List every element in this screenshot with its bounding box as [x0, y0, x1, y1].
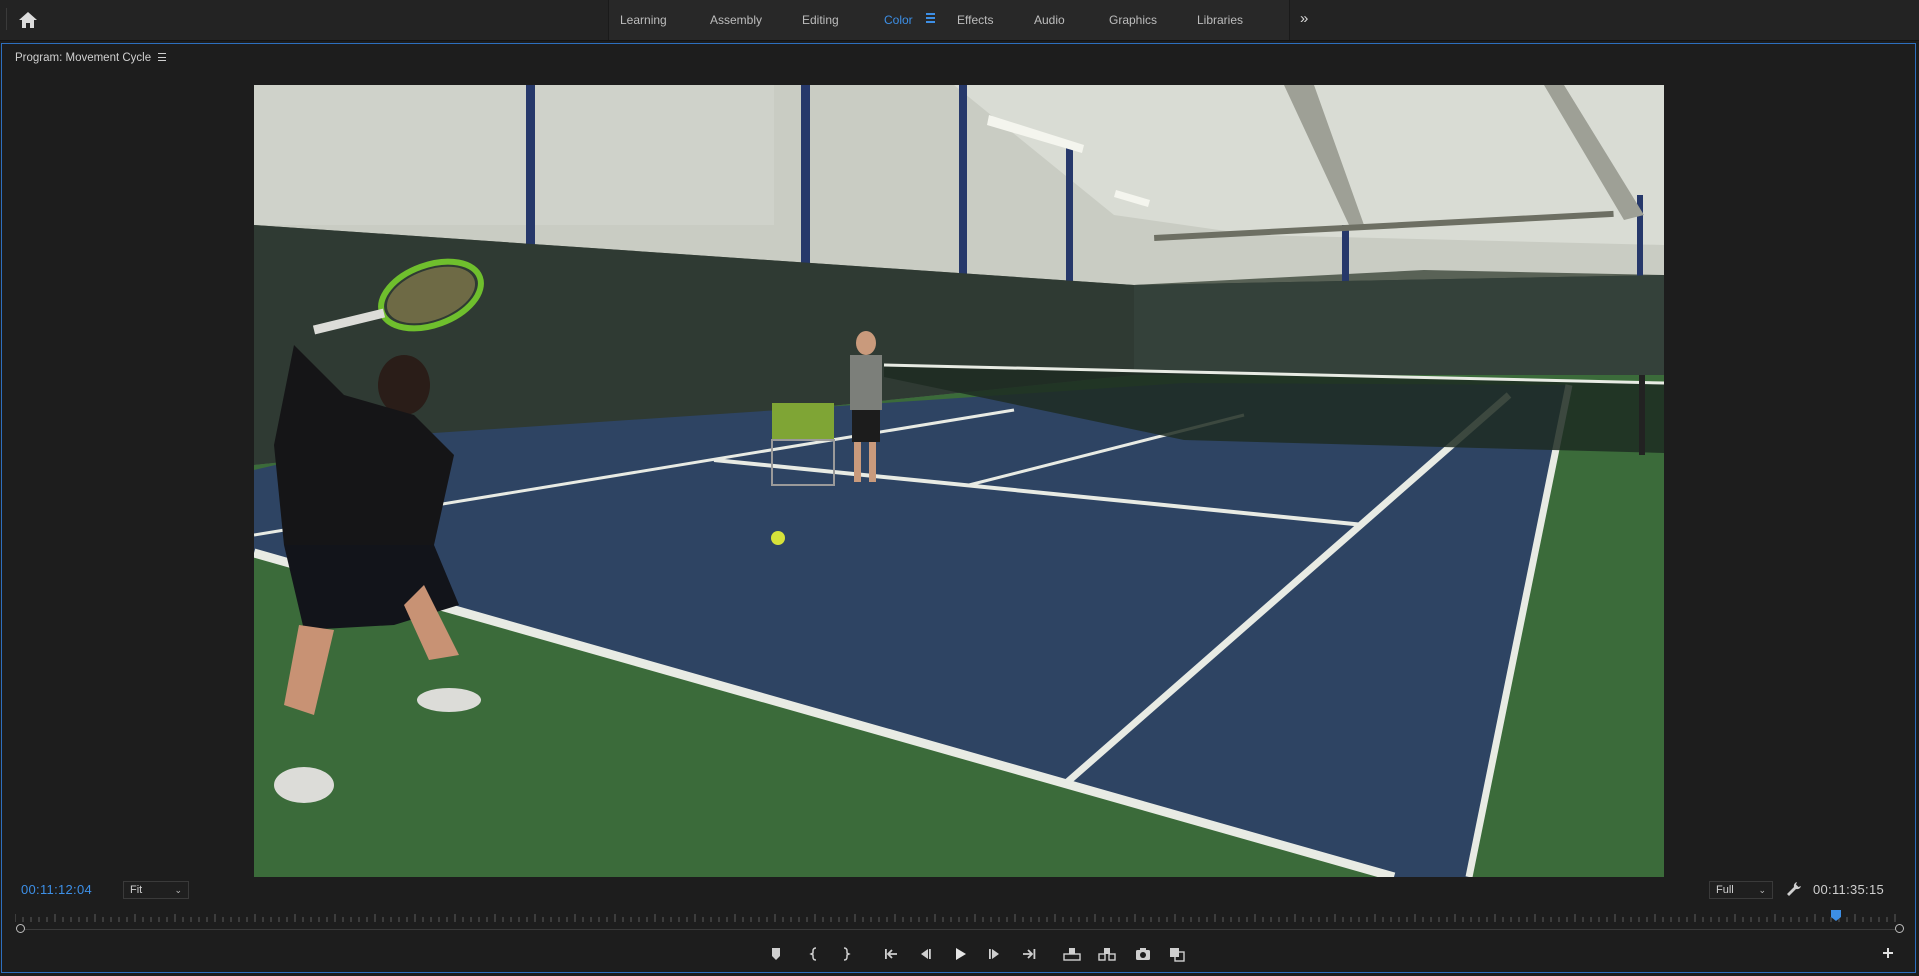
go-to-in-icon: [885, 949, 897, 959]
workspace-tabs: Learning Assembly Editing Color Effects …: [608, 0, 1290, 40]
resolution-select-value: Full: [1716, 884, 1734, 896]
comparison-view-button[interactable]: [1167, 945, 1187, 963]
wrench-icon: [1787, 882, 1801, 896]
hamburger-menu-icon[interactable]: [158, 53, 168, 63]
lift-icon: [1063, 948, 1081, 961]
tab-audio[interactable]: Audio: [1034, 13, 1065, 27]
chevron-down-icon: ⌄: [174, 885, 182, 895]
zoom-select[interactable]: Fit ⌄: [123, 881, 189, 899]
comparison-view-icon: [1170, 948, 1185, 962]
step-back-button[interactable]: [915, 945, 935, 963]
zoom-scroll-bar[interactable]: [22, 929, 1896, 930]
mark-in-button[interactable]: [804, 945, 824, 963]
tab-assembly[interactable]: Assembly: [710, 13, 762, 27]
duration-timecode: 00:11:35:15: [1813, 882, 1885, 897]
add-marker-icon: [772, 948, 780, 960]
video-preview[interactable]: [254, 85, 1664, 877]
add-button[interactable]: [1880, 945, 1896, 961]
extract-button[interactable]: [1097, 945, 1117, 963]
plus-icon: [1883, 948, 1893, 958]
step-forward-icon: [989, 949, 999, 959]
play-button[interactable]: [950, 945, 970, 963]
tab-graphics[interactable]: Graphics: [1109, 13, 1157, 27]
zoom-scroll-start-handle[interactable]: [16, 924, 25, 933]
playhead-marker-icon: [1831, 910, 1841, 921]
mark-in-icon: [809, 947, 817, 961]
export-frame-icon: [1136, 948, 1150, 960]
workspace-bar: Learning Assembly Editing Color Effects …: [0, 0, 1919, 41]
go-to-in-button[interactable]: [881, 945, 901, 963]
workspace-menu-icon[interactable]: [925, 12, 937, 24]
tab-learning[interactable]: Learning: [620, 13, 667, 27]
step-forward-button[interactable]: [985, 945, 1005, 963]
home-button[interactable]: [17, 10, 39, 30]
export-frame-button[interactable]: [1133, 945, 1153, 963]
add-marker-button[interactable]: [766, 945, 786, 963]
tennis-court-frame: [254, 85, 1664, 877]
zoom-select-value: Fit: [130, 884, 143, 896]
mark-out-button[interactable]: [836, 945, 856, 963]
zoom-scroll-end-handle[interactable]: [1895, 924, 1904, 933]
play-icon: [956, 948, 966, 960]
current-timecode[interactable]: 00:11:12:04: [21, 882, 92, 897]
mark-out-icon: [843, 947, 851, 961]
home-icon: [19, 12, 37, 28]
workspace-overflow-button[interactable]: »: [1300, 10, 1308, 27]
step-back-icon: [921, 949, 931, 959]
tab-color[interactable]: Color: [884, 13, 913, 27]
extract-icon: [1098, 948, 1116, 961]
tab-libraries[interactable]: Libraries: [1197, 13, 1243, 27]
lift-button[interactable]: [1062, 945, 1082, 963]
resolution-select[interactable]: Full ⌄: [1709, 881, 1773, 899]
tab-editing[interactable]: Editing: [802, 13, 839, 27]
chevron-down-icon: ⌄: [1758, 885, 1766, 895]
go-to-out-button[interactable]: [1019, 945, 1039, 963]
panel-title: Program: Movement Cycle: [15, 52, 152, 64]
settings-button[interactable]: [1786, 881, 1802, 897]
tab-effects[interactable]: Effects: [957, 13, 993, 27]
go-to-out-icon: [1023, 949, 1036, 959]
time-ruler[interactable]: [15, 913, 1902, 923]
playhead[interactable]: [1831, 910, 1841, 921]
divider: [6, 8, 7, 30]
